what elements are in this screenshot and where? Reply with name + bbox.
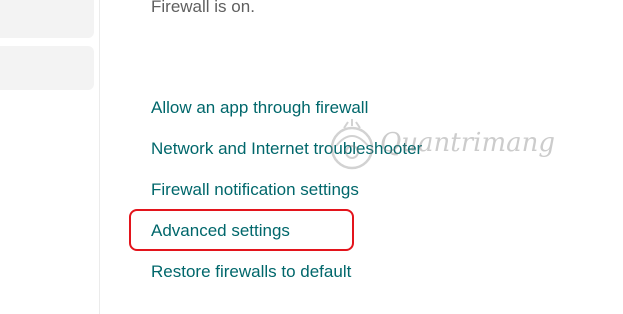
sidebar xyxy=(0,0,100,314)
firewall-links-list: Allow an app through firewall Network an… xyxy=(151,96,422,301)
sidebar-item[interactable] xyxy=(0,0,94,38)
sidebar-item[interactable] xyxy=(0,46,94,90)
link-item: Restore firewalls to default xyxy=(151,260,422,301)
link-item: Firewall notification settings xyxy=(151,178,422,219)
firewall-notification-settings-link[interactable]: Firewall notification settings xyxy=(151,180,359,199)
firewall-status-text: Firewall is on. xyxy=(151,0,255,16)
network-troubleshooter-link[interactable]: Network and Internet troubleshooter xyxy=(151,139,422,158)
link-item: Allow an app through firewall xyxy=(151,96,422,137)
advanced-settings-link[interactable]: Advanced settings xyxy=(151,221,290,240)
allow-app-through-firewall-link[interactable]: Allow an app through firewall xyxy=(151,98,368,117)
link-item: Network and Internet troubleshooter xyxy=(151,137,422,178)
link-item: Advanced settings xyxy=(151,219,422,260)
restore-firewalls-default-link[interactable]: Restore firewalls to default xyxy=(151,262,351,281)
firewall-settings-page: Firewall is on. Allow an app through fir… xyxy=(0,0,623,314)
